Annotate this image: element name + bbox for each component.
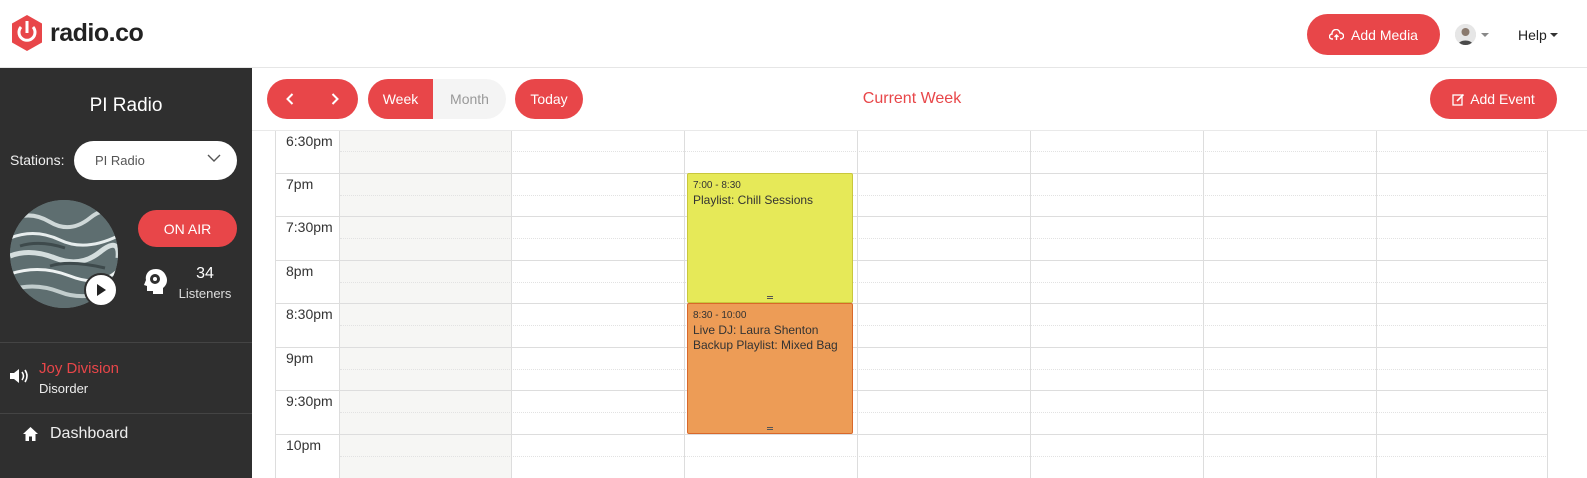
grid-line (340, 238, 1548, 239)
add-media-button[interactable]: Add Media (1307, 14, 1440, 55)
grid-column-line (275, 131, 276, 478)
event-time: 8:30 - 10:00 (693, 310, 747, 321)
add-event-label: Add Event (1470, 91, 1535, 107)
help-label: Help (1518, 27, 1547, 43)
grid-line (275, 390, 1548, 391)
next-week-button[interactable] (313, 79, 359, 119)
grid-line (340, 325, 1548, 326)
grid-line (340, 412, 1548, 413)
time-label: 8:30pm (286, 306, 333, 322)
time-label: 7:30pm (286, 219, 333, 235)
chevron-left-icon (285, 93, 293, 105)
play-icon (97, 284, 106, 296)
calendar-toolbar: Week Month Today Current Week Add Event (252, 68, 1587, 131)
now-playing-title: Disorder (39, 381, 89, 396)
current-week-title: Current Week (862, 90, 962, 107)
grid-line (275, 216, 1548, 217)
prev-week-button[interactable] (267, 79, 313, 119)
grid-column-line (1547, 131, 1548, 478)
cloud-upload-icon (1329, 28, 1345, 40)
radio-co-logo-icon (12, 15, 42, 51)
add-media-label: Add Media (1351, 26, 1418, 43)
grid-line (275, 260, 1548, 261)
event-title: Live DJ: Laura Shenton (693, 323, 819, 337)
grid-column-line (857, 131, 858, 478)
grid-line (340, 282, 1548, 283)
week-view-button[interactable]: Week (368, 79, 433, 119)
calendar-event[interactable]: 7:00 - 8:30 Playlist: Chill Sessions (687, 173, 853, 303)
user-photo-icon (1455, 24, 1476, 45)
grid-line (340, 369, 1548, 370)
stations-label: Stations: (10, 152, 65, 168)
grid-line (275, 347, 1548, 348)
grid-column-line (684, 131, 685, 478)
chevron-down-icon (207, 154, 221, 162)
grid-line (275, 434, 1548, 435)
today-label: Today (530, 91, 568, 107)
today-button[interactable]: Today (515, 79, 583, 119)
resize-handle-icon[interactable] (767, 427, 773, 430)
listeners-label: Listeners (178, 286, 232, 301)
grid-column-line (339, 131, 340, 478)
today-column-highlight (340, 131, 511, 478)
sidebar-item-dashboard[interactable]: Dashboard (50, 425, 128, 443)
time-label: 6:30pm (286, 133, 333, 149)
speaker-icon (10, 369, 28, 383)
station-title: PI Radio (89, 95, 163, 116)
resize-handle-icon[interactable] (767, 296, 773, 299)
on-air-label: ON AIR (163, 220, 212, 237)
sidebar-divider (0, 342, 252, 343)
station-select-value: PI Radio (95, 153, 145, 168)
listener-head-icon (144, 269, 167, 294)
now-playing-artist: Joy Division (39, 360, 120, 377)
calendar-event[interactable]: 8:30 - 10:00 Live DJ: Laura Shenton Back… (687, 303, 853, 434)
grid-column-line (1376, 131, 1377, 478)
month-view-button[interactable]: Month (433, 79, 506, 119)
user-menu-caret-icon[interactable] (1481, 33, 1489, 37)
add-event-button[interactable]: Add Event (1430, 79, 1557, 119)
grid-line (340, 151, 1548, 152)
logo-text: radio.co (50, 18, 144, 47)
event-subtitle: Backup Playlist: Mixed Bag (693, 338, 838, 352)
edit-icon (1452, 93, 1465, 106)
event-title: Playlist: Chill Sessions (693, 193, 814, 207)
top-bar: radio.co Add Media Help (0, 0, 1587, 68)
time-label: 9:30pm (286, 393, 333, 409)
sidebar: PI Radio Stations: PI Radio ON AIR 34 Li… (0, 68, 252, 478)
view-toggle: Week Month (368, 79, 506, 119)
grid-column-line (511, 131, 512, 478)
time-label: 8pm (286, 263, 314, 279)
play-button[interactable] (84, 273, 118, 307)
grid-column-line (1203, 131, 1204, 478)
grid-line (275, 303, 1548, 304)
help-menu[interactable]: Help (1518, 27, 1547, 43)
grid-line (340, 456, 1548, 457)
on-air-button[interactable]: ON AIR (138, 210, 237, 247)
time-label: 10pm (286, 437, 322, 453)
time-label: 7pm (286, 176, 314, 192)
grid-line (340, 195, 1548, 196)
week-nav (267, 79, 358, 119)
grid-column-line (1030, 131, 1031, 478)
user-avatar[interactable] (1455, 24, 1476, 45)
grid-line (275, 173, 1548, 174)
listeners-count: 34 (196, 265, 214, 282)
logo[interactable]: radio.co (10, 14, 144, 52)
week-grid: 6:30pm 7pm 7:30pm 8pm 8:30pm 9pm 9:30pm … (275, 131, 1548, 478)
home-icon[interactable] (22, 426, 39, 442)
station-select[interactable]: PI Radio (74, 141, 237, 180)
time-label: 9pm (286, 350, 314, 366)
help-caret-icon (1550, 33, 1558, 37)
sidebar-divider (0, 413, 252, 414)
chevron-right-icon (332, 93, 340, 105)
event-time: 7:00 - 8:30 (693, 180, 741, 191)
